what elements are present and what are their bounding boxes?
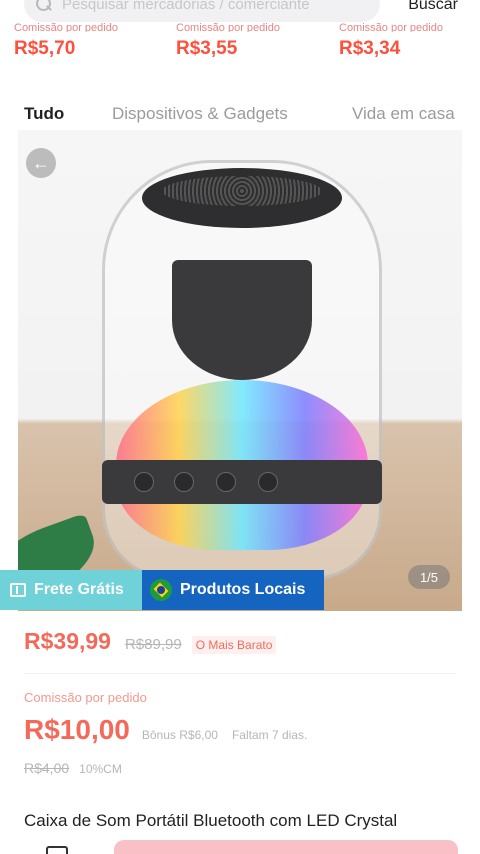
commission-value: R$10,00 <box>24 714 130 745</box>
tab-tudo[interactable]: Tudo <box>24 104 64 124</box>
speaker-illustration <box>102 160 382 580</box>
commission-price: R$3,34 <box>339 38 401 59</box>
search-bar[interactable]: Pesquisar mercadorias / comerciante <box>24 0 380 22</box>
remaining-days: Faltam 7 dias. <box>231 728 308 742</box>
speaker-driver <box>172 260 312 380</box>
search-input[interactable]: Pesquisar mercadorias / comerciante <box>62 0 310 13</box>
back-arrow-icon[interactable]: ← <box>26 148 56 178</box>
tab-vida-em-casa[interactable]: Vida em casa <box>352 104 455 124</box>
commission-price: R$5,70 <box>14 38 76 59</box>
brazil-flag-icon <box>150 579 172 601</box>
speaker-button <box>174 472 194 492</box>
commission-rate-row: R$4,00 10%CM <box>24 760 122 776</box>
commission-label: Comissão por pedido <box>339 22 443 32</box>
price-row: R$39,99 R$89,99 O Mais Barato <box>24 628 277 655</box>
bonus-text: Bônus R$6,00 <box>141 728 218 742</box>
free-shipping-badge: Frete Grátis <box>0 570 142 610</box>
commission-row: R$10,00 Bônus R$6,00 Faltam 7 dias. <box>24 714 307 746</box>
bottom-nav-icon[interactable] <box>46 846 68 854</box>
commission-price: R$3,55 <box>176 38 238 59</box>
previous-product-row: Comissão por pedido R$5,70 Comissão por … <box>0 22 480 68</box>
bottom-action-button[interactable] <box>114 840 458 854</box>
commission-label: Comissão por pedido <box>14 22 118 32</box>
divider <box>24 673 456 674</box>
tab-dispositivos-gadgets[interactable]: Dispositivos & Gadgets <box>112 104 288 124</box>
product-price: R$39,99 <box>24 628 111 654</box>
commission-label: Comissão por pedido <box>176 22 280 32</box>
previous-product-card[interactable]: Comissão por pedido R$5,70 <box>14 22 164 60</box>
image-page-indicator: 1/5 <box>408 565 450 589</box>
commission-label: Comissão por pedido <box>24 690 147 705</box>
local-products-label: Produtos Locais <box>180 581 306 598</box>
search-button[interactable]: Buscar <box>408 0 458 14</box>
cheapest-tag: O Mais Barato <box>191 636 277 654</box>
commission-rate: 10%CM <box>79 762 122 776</box>
previous-product-card[interactable]: Comissão por pedido R$3,34 <box>339 22 480 60</box>
product-title[interactable]: Caixa de Som Portátil Bluetooth com LED … <box>24 811 464 831</box>
speaker-button <box>258 472 278 492</box>
free-shipping-label: Frete Grátis <box>34 581 124 598</box>
speaker-button <box>134 472 154 492</box>
local-products-badge: Produtos Locais <box>142 570 324 610</box>
previous-product-card[interactable]: Comissão por pedido R$3,55 <box>176 22 326 60</box>
search-icon <box>36 0 52 12</box>
truck-icon <box>10 583 26 597</box>
speaker-control-band <box>102 460 382 504</box>
speaker-button <box>216 472 236 492</box>
old-commission: R$4,00 <box>24 760 70 776</box>
product-image[interactable]: ← 1/5 <box>18 130 462 611</box>
speaker-grille <box>162 176 322 206</box>
original-price: R$89,99 <box>124 636 182 653</box>
